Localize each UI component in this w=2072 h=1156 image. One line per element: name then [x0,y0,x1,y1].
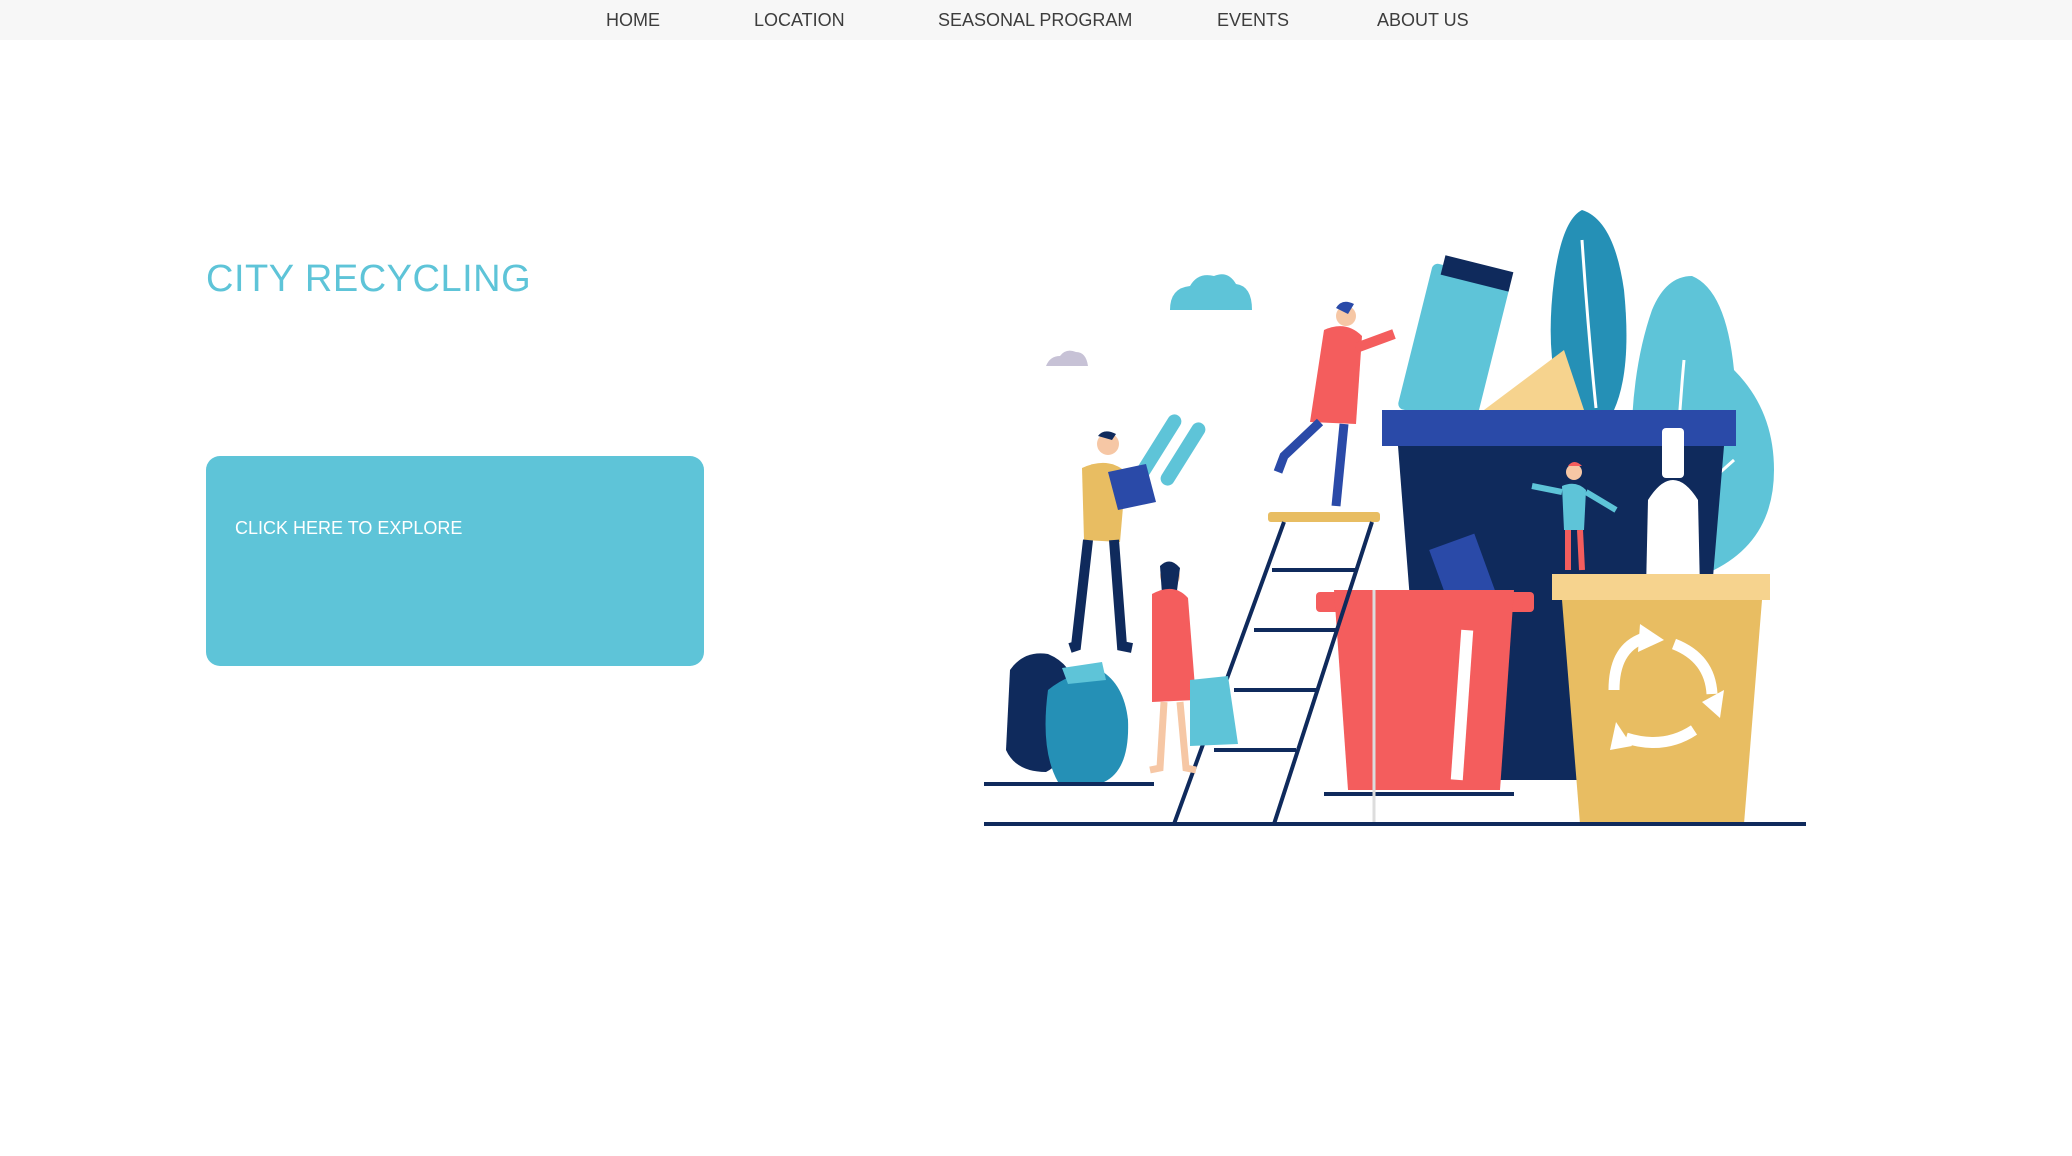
lightbulb-icon [1108,414,1206,510]
yellow-bin [1552,574,1770,824]
page-title: CITY RECYCLING [206,258,532,300]
woman-with-bag [1149,561,1238,774]
man-with-bulb [1068,431,1133,653]
nav-location[interactable]: LOCATION [754,0,845,40]
cloud-icon [1170,274,1252,310]
top-navigation: HOME LOCATION SEASONAL PROGRAM EVENTS AB… [0,0,2072,40]
nav-seasonal-program[interactable]: SEASONAL PROGRAM [938,0,1132,40]
nav-about-us[interactable]: ABOUT US [1377,0,1469,40]
explore-button[interactable]: CLICK HERE TO EXPLORE [206,456,704,666]
small-cloud-icon [1046,350,1088,366]
woman-on-ladder [1273,301,1396,507]
coral-bin [1316,590,1534,796]
trash-bags [984,653,1154,786]
nav-home[interactable]: HOME [606,0,660,40]
nav-events[interactable]: EVENTS [1217,0,1289,40]
recycling-illustration [984,210,1806,826]
explore-button-label: CLICK HERE TO EXPLORE [235,518,463,538]
